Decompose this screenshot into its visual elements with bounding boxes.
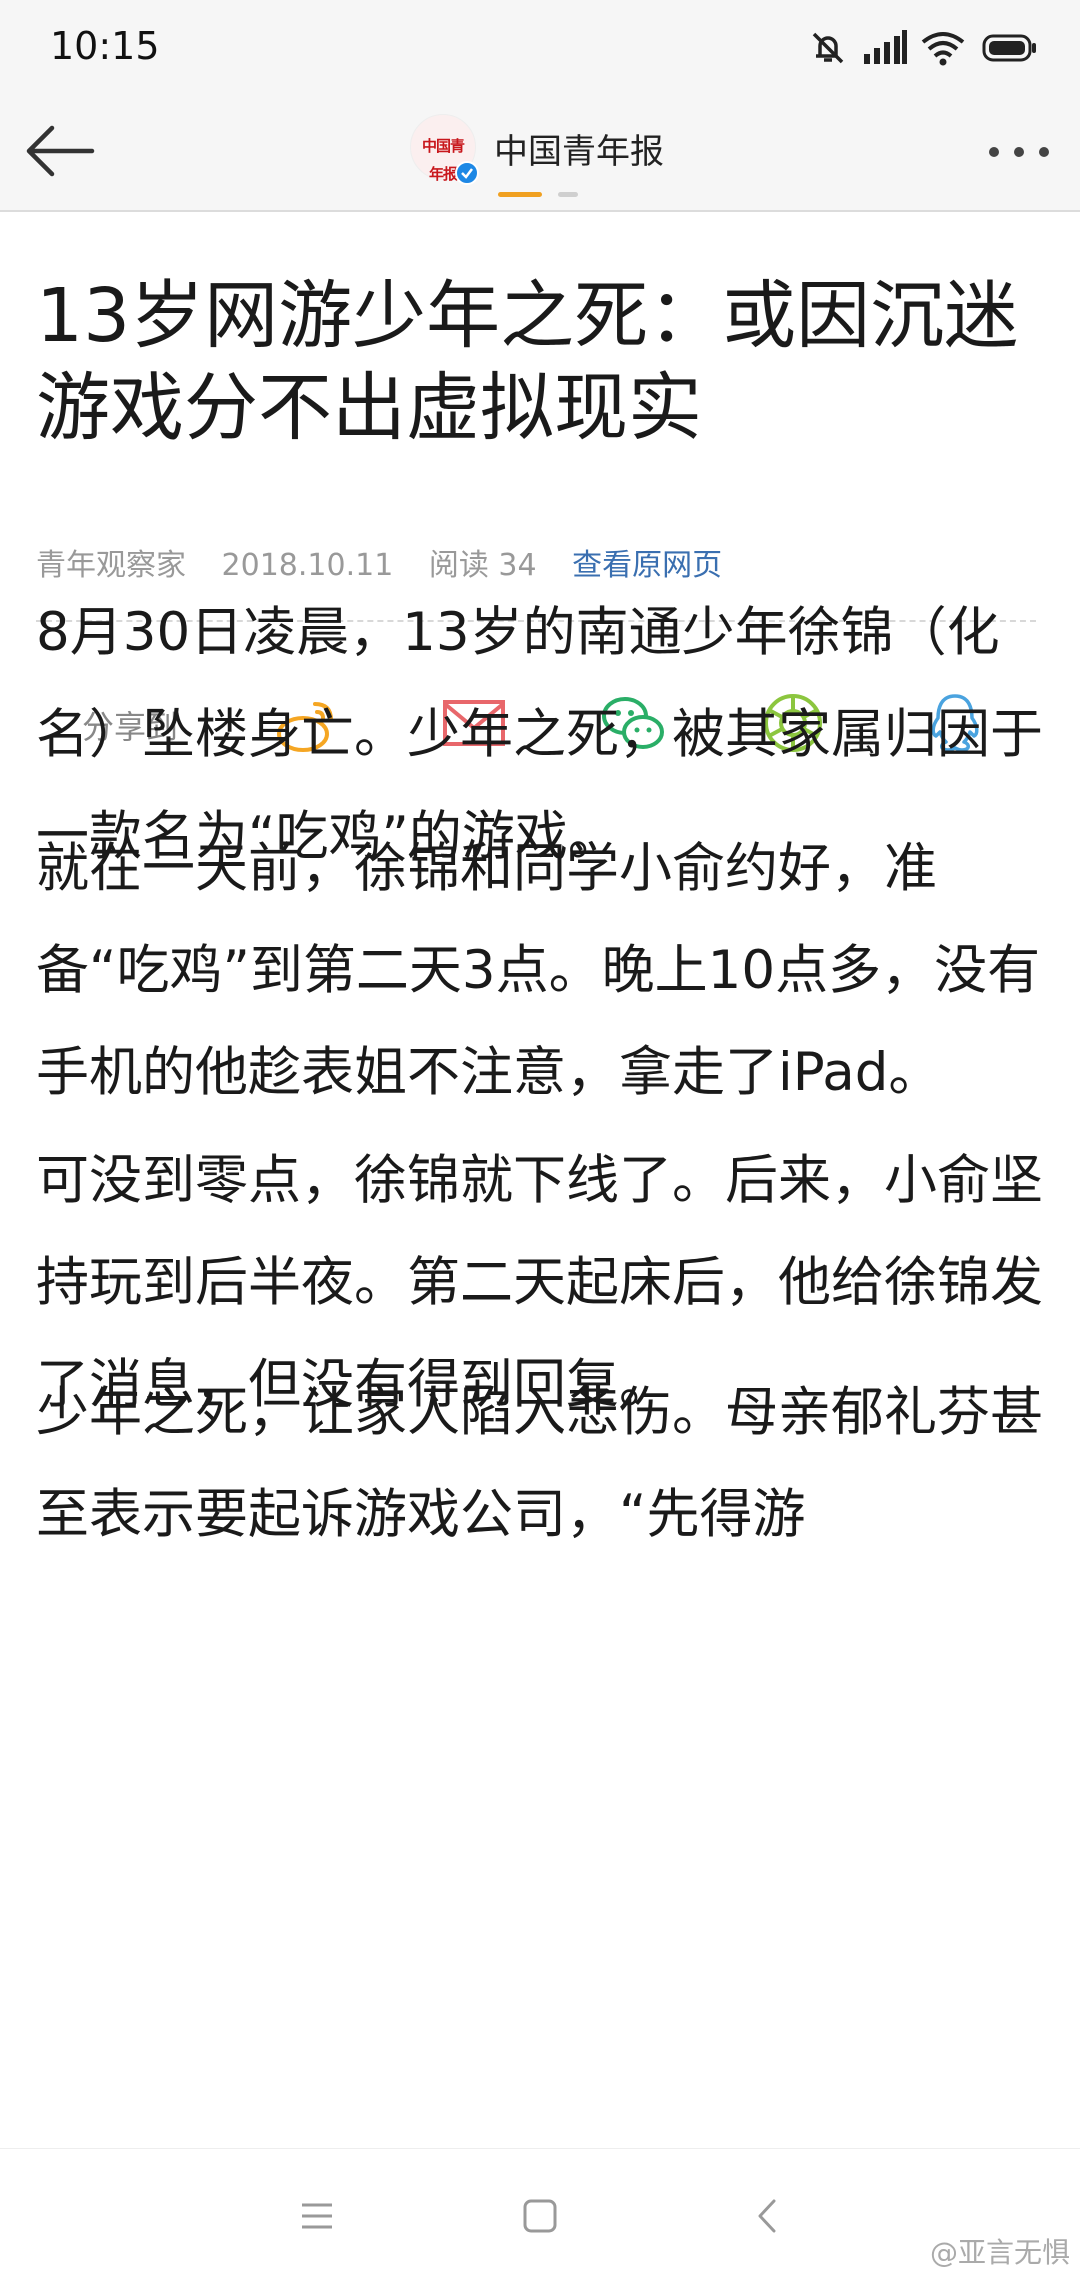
system-nav-bar: @亚言无惧 bbox=[0, 2148, 1080, 2281]
content-fade bbox=[0, 2110, 1080, 2150]
article-author[interactable]: 青年观察家 bbox=[36, 548, 186, 583]
wifi-icon bbox=[921, 32, 965, 66]
back-button[interactable] bbox=[22, 116, 102, 186]
page-dot-inactive bbox=[558, 192, 578, 197]
channel-logo-text: 中国青年报 bbox=[421, 137, 465, 183]
back-arrow-icon bbox=[26, 125, 95, 177]
article-paragraph: 就在一天前，徐锦和同学小俞约好，准备“吃鸡”到第二天3点。晚上10点多，没有手机… bbox=[36, 838, 1041, 1103]
article-header: 中国青年报 中国青年报 bbox=[0, 96, 1080, 212]
article-title: 13岁网游少年之死：或因沉迷游戏分不出虚拟现实 bbox=[36, 273, 1019, 451]
back-icon[interactable] bbox=[742, 2191, 792, 2241]
channel-name[interactable]: 中国青年报 bbox=[494, 124, 664, 173]
more-dots-icon bbox=[989, 147, 1049, 157]
verified-badge-icon bbox=[455, 161, 479, 185]
article-reads: 阅读 34 bbox=[428, 548, 537, 583]
mute-icon bbox=[812, 32, 844, 64]
signal-icon bbox=[864, 30, 907, 64]
watermark: @亚言无惧 bbox=[929, 2236, 1070, 2269]
article-meta: 青年观察家 2018.10.11 阅读 34 查看原网页 bbox=[36, 540, 748, 584]
status-time: 10:15 bbox=[50, 24, 160, 68]
channel-logo[interactable]: 中国青年报 bbox=[410, 114, 479, 185]
menu-icon[interactable] bbox=[292, 2191, 342, 2241]
status-bar: 10:15 bbox=[0, 0, 1080, 96]
battery-icon bbox=[982, 34, 1036, 62]
article-paragraph: 少年之死，让家人陷入悲伤。母亲郁礼芬甚至表示要起诉游戏公司，“先得游 bbox=[36, 1382, 1043, 1545]
view-original-link[interactable]: 查看原网页 bbox=[572, 548, 722, 583]
article-date: 2018.10.11 bbox=[221, 548, 394, 583]
page-dot-active bbox=[498, 192, 542, 197]
more-options-button[interactable] bbox=[984, 132, 1054, 172]
home-icon[interactable] bbox=[515, 2191, 565, 2241]
